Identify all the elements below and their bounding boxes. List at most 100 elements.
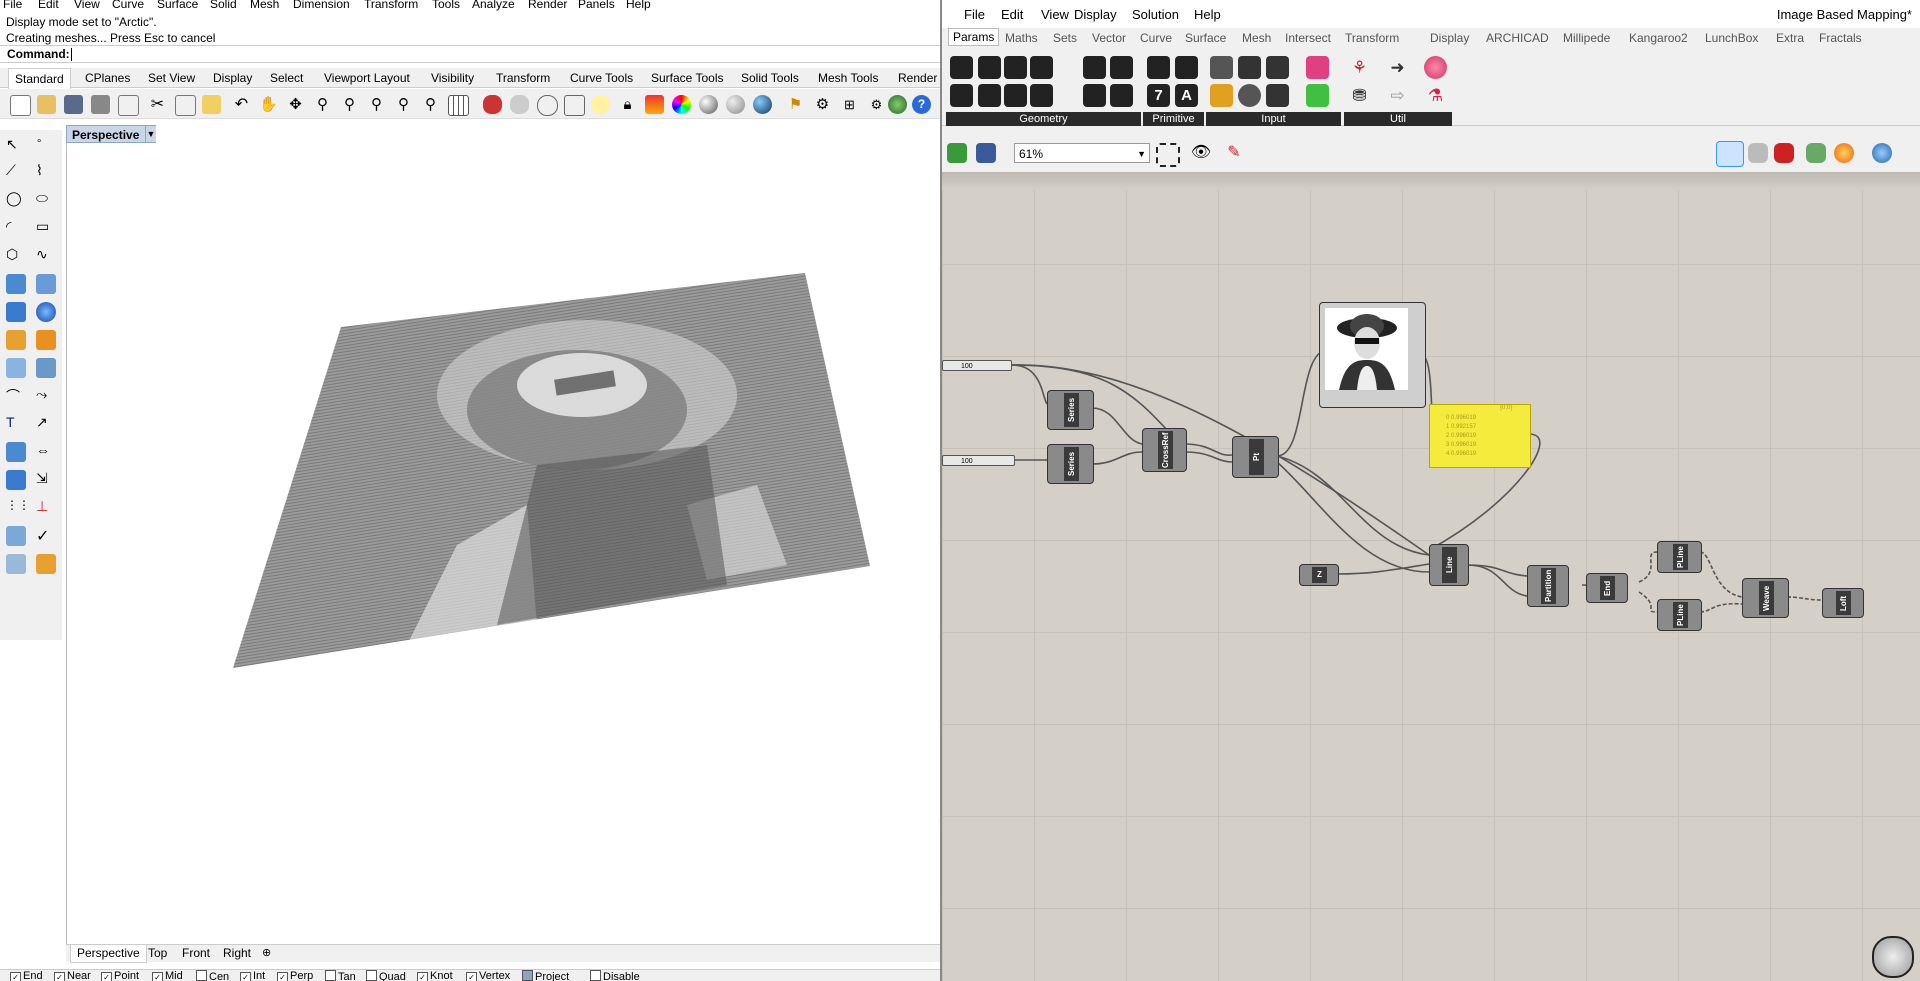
gh-tab-sets[interactable]: Sets <box>1053 31 1077 45</box>
preview-mode-icon[interactable] <box>1716 141 1744 167</box>
lock-icon[interactable]: 🔒︎ <box>618 95 637 114</box>
gh-menu-edit[interactable]: Edit <box>1001 7 1023 22</box>
gh-tab-archicad[interactable]: ARCHICAD <box>1486 31 1549 45</box>
crossref-component[interactable]: CrossRef <box>1142 428 1187 472</box>
osnap-point[interactable]: ✓ Point <box>101 970 139 981</box>
settings-gear-icon[interactable]: ⚙ <box>813 95 832 114</box>
rhino-menu-transform[interactable]: Transform <box>364 0 418 11</box>
tab-solid-tools[interactable]: Solid Tools <box>735 68 805 88</box>
rhino-menu-mesh[interactable]: Mesh <box>250 0 279 11</box>
grasshopper-icon[interactable] <box>888 95 907 114</box>
open-file-icon[interactable] <box>947 143 967 163</box>
gh-tab-millipede[interactable]: Millipede <box>1563 31 1610 45</box>
text-param-icon[interactable]: A <box>1175 84 1198 107</box>
panel-input-icon[interactable] <box>1266 56 1289 79</box>
viewport-tab-right[interactable]: Right <box>217 945 257 962</box>
boolean-icon[interactable] <box>6 330 26 350</box>
dimension-tool-icon[interactable]: ↗ <box>36 414 56 434</box>
rhino-menu-curve[interactable]: Curve <box>112 0 144 11</box>
rhino-menu-render[interactable]: Render <box>528 0 567 11</box>
command-input-caret[interactable] <box>71 48 72 61</box>
viewport-tab-top[interactable]: Top <box>142 945 173 962</box>
colour-swatch-icon[interactable] <box>1306 56 1329 79</box>
osnap-knot[interactable]: ✓ Knot <box>417 970 453 981</box>
analyze-icon[interactable]: ⊥ <box>36 498 56 518</box>
gh-tab-display[interactable]: Display <box>1430 31 1469 45</box>
checkbox-icon[interactable]: ✓ <box>417 972 428 981</box>
checkbox-icon[interactable] <box>590 970 601 981</box>
number-param-icon[interactable]: 7 <box>1147 84 1170 107</box>
save-file-icon[interactable] <box>976 143 996 163</box>
rhino-menu-view[interactable]: View <box>74 0 100 11</box>
checkbox-icon[interactable]: ✓ <box>240 972 251 981</box>
gh-tab-params[interactable]: Params <box>948 28 1000 46</box>
data-dam-icon[interactable]: ⛃ <box>1348 84 1371 107</box>
sketch-pen-icon[interactable]: ✎ <box>1224 143 1244 163</box>
rhino-menu-panels[interactable]: Panels <box>578 0 615 11</box>
shaded-sphere-icon[interactable] <box>726 95 745 114</box>
render-sphere-icon[interactable] <box>699 95 718 114</box>
osnap-perp[interactable]: ✓ Perp <box>277 970 313 981</box>
gh-tab-lunchbox[interactable]: LunchBox <box>1705 31 1758 45</box>
polyline-icon[interactable]: ⟋ <box>6 162 26 182</box>
surface-tools-icon[interactable] <box>36 274 56 294</box>
check-icon[interactable]: ✓ <box>36 526 56 546</box>
rhino-menu-dimension[interactable]: Dimension <box>293 0 350 11</box>
rhino-menu-analyze[interactable]: Analyze <box>472 0 515 11</box>
array-icon[interactable] <box>6 470 26 490</box>
gh-menu-file[interactable]: File <box>964 7 985 22</box>
checkbox-icon[interactable] <box>522 970 533 981</box>
plane-param-icon[interactable] <box>1004 84 1027 107</box>
gh-canvas[interactable]: 100 100 Series Series CrossRef Pt {0;0} … <box>942 172 1920 981</box>
image-sampler-icon[interactable] <box>1306 84 1329 107</box>
value-list-icon[interactable] <box>1266 84 1289 107</box>
polygon-icon[interactable]: ⬡ <box>6 246 26 266</box>
help-icon[interactable]: ? <box>912 95 931 114</box>
wire-preview-icon[interactable] <box>1748 143 1768 163</box>
line-sdl-component[interactable]: Line <box>1429 544 1469 586</box>
group-param-icon[interactable] <box>1110 84 1133 107</box>
print-icon[interactable] <box>91 95 110 114</box>
circle-icon[interactable]: ◯ <box>6 190 26 210</box>
gh-menu-view[interactable]: View <box>1041 7 1069 22</box>
unit-z-component[interactable]: Z <box>1299 564 1339 586</box>
freeform-icon[interactable]: ∿ <box>36 246 56 266</box>
group-icon[interactable] <box>6 526 26 546</box>
gh-tab-intersect[interactable]: Intersect <box>1285 31 1331 45</box>
car-wire-icon[interactable] <box>510 95 529 114</box>
tab-curve-tools[interactable]: Curve Tools <box>564 68 639 88</box>
perspective-viewport[interactable] <box>66 125 940 945</box>
circle-param-icon[interactable] <box>978 56 1001 79</box>
copy-icon[interactable] <box>175 95 196 116</box>
graph-mapper-icon[interactable] <box>1210 84 1233 107</box>
add-viewport-icon[interactable]: ⊕ <box>256 945 277 962</box>
vector-param-icon[interactable] <box>1030 84 1053 107</box>
tab-set-view[interactable]: Set View <box>142 68 201 88</box>
color-icon[interactable] <box>672 95 691 114</box>
viewport-menu-dropdown-icon[interactable]: ▼ <box>145 126 156 142</box>
pan-icon[interactable]: ✋ <box>259 95 278 114</box>
car-icon[interactable] <box>483 95 502 114</box>
rhino-menu-tools[interactable]: Tools <box>432 0 460 11</box>
image-sampler-component[interactable] <box>1319 302 1426 408</box>
rectangle-icon[interactable]: ▭ <box>36 218 56 238</box>
zoom-dropdown[interactable]: 61% ▼ <box>1014 143 1150 163</box>
checkbox-icon[interactable] <box>196 970 207 981</box>
relay-icon[interactable]: ⇨ <box>1386 84 1409 107</box>
rhino-menu-help[interactable]: Help <box>626 0 651 11</box>
checkbox-icon[interactable]: ✓ <box>54 972 65 981</box>
arrow-right-icon[interactable]: ➜ <box>1386 56 1409 79</box>
text-icon[interactable]: T <box>6 414 26 434</box>
material-icon[interactable] <box>36 554 56 574</box>
offset-icon[interactable]: ⤳ <box>36 386 56 406</box>
navigation-compass-icon[interactable] <box>1872 936 1914 978</box>
tab-mesh-tools[interactable]: Mesh Tools <box>812 68 884 88</box>
osnap-quad[interactable]: Quad <box>366 970 406 981</box>
array-grid-icon[interactable]: ⋮⋮ <box>6 498 30 518</box>
material-preview-icon[interactable] <box>1834 143 1854 163</box>
rendered-sphere-icon[interactable] <box>753 95 772 114</box>
dimension-icon[interactable]: ⊞ <box>840 95 859 114</box>
zoom-icon[interactable]: ⚲ <box>313 95 332 114</box>
box-icon[interactable] <box>6 302 26 322</box>
polyline-component[interactable]: PLine <box>1657 541 1702 573</box>
